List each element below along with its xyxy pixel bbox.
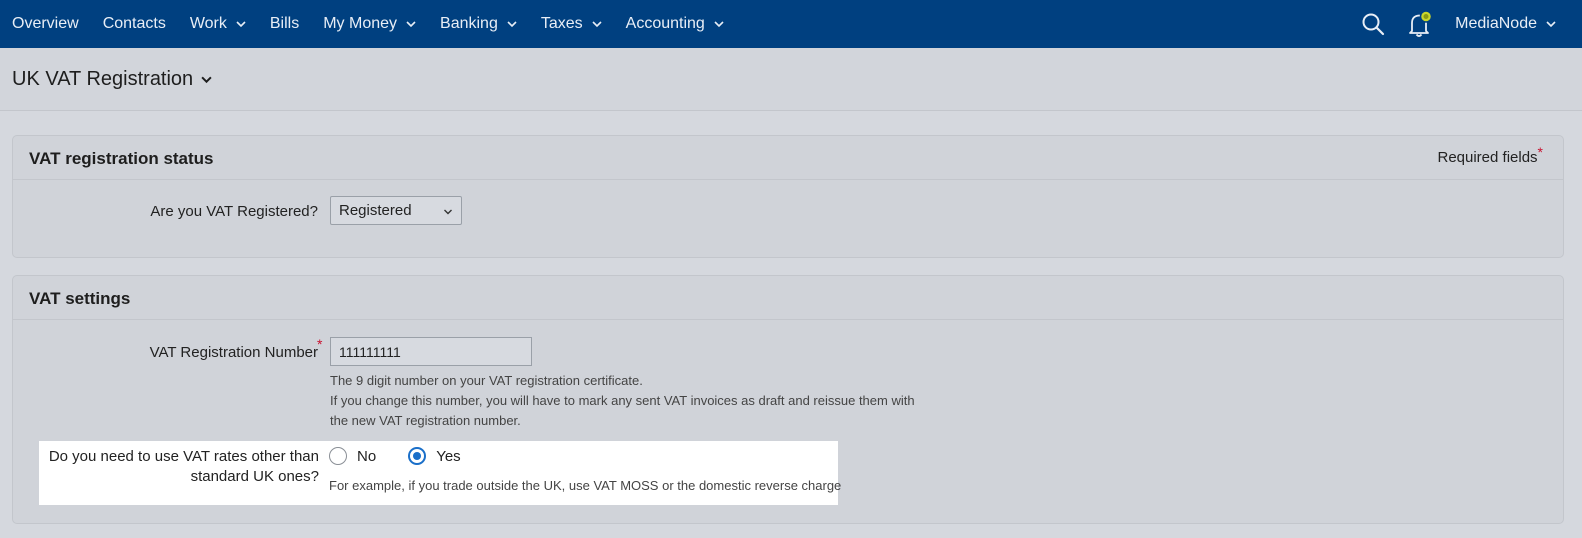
vat-number-label: VAT Registration Number [149,344,318,361]
nav-item-label: Contacts [102,15,166,32]
top-navigation: Overview Contacts Work Bills My Money Ba… [0,0,1582,48]
nav-item-my-money[interactable]: My Money [323,15,416,33]
vat-rates-help: For example, if you trade outside the UK… [329,478,842,493]
required-fields-label: Required fields [1437,149,1538,166]
radio-button-no[interactable] [329,447,347,465]
vat-rates-question: Do you need to use VAT rates other than … [19,447,319,487]
page-title: UK VAT Registration [12,68,194,90]
account-menu[interactable]: MediaNode [1455,15,1556,33]
search-icon[interactable] [1361,12,1385,36]
nav-item-label: Accounting [625,15,705,32]
panel-header: VAT registration status Required fields* [13,136,1563,180]
account-name: MediaNode [1455,15,1537,32]
radio-label-yes: Yes [436,447,461,465]
panel-header: VAT settings [13,276,1563,320]
required-star: * [1537,144,1543,160]
vat-rates-radio-group: No Yes [329,447,493,465]
question-line-1: Do you need to use VAT rates other than [48,448,319,465]
nav-item-contacts[interactable]: Contacts [103,15,166,33]
vat-number-help-1: The 9 digit number on your VAT registrat… [330,373,643,388]
page-title-dropdown[interactable]: UK VAT Registration [12,68,212,91]
chevron-down-icon [201,76,212,84]
vat-rates-question-row: Do you need to use VAT rates other than … [39,441,842,505]
nav-item-banking[interactable]: Banking [440,15,517,33]
chevron-down-icon [444,209,452,215]
vat-number-help-2: If you change this number, you will have… [330,393,915,408]
chevron-down-icon [236,21,246,28]
select-value: Registered [339,202,412,219]
panel-title: VAT registration status [29,149,214,168]
vat-number-help-3: the new VAT registration number. [330,413,521,428]
nav-item-label: Work [189,15,227,32]
chevron-down-icon [406,21,416,28]
nav-item-label: My Money [323,15,398,32]
nav-right-group: MediaNode [1361,0,1582,48]
vat-number-input[interactable] [330,337,532,366]
radio-button-yes[interactable] [408,447,427,465]
required-star: * [317,336,323,352]
vat-settings-panel: VAT settings VAT Registration Number * T… [12,275,1564,524]
nav-item-bills[interactable]: Bills [270,15,299,33]
radio-no[interactable]: No [329,447,376,465]
required-fields-note: Required fields* [1437,144,1543,166]
chevron-down-icon [592,21,602,28]
nav-item-label: Bills [269,15,300,32]
vat-registered-label: Are you VAT Registered? [150,203,318,220]
panel-title: VAT settings [29,289,131,308]
chevron-down-icon [714,21,724,28]
nav-item-label: Overview [12,15,79,32]
radio-label-no: No [357,447,377,465]
nav-item-accounting[interactable]: Accounting [626,15,724,33]
vat-registered-select[interactable]: Registered [330,196,462,225]
nav-item-taxes[interactable]: Taxes [541,15,602,33]
bell-icon[interactable] [1407,10,1433,38]
nav-item-overview[interactable]: Overview [12,15,79,33]
radio-yes[interactable]: Yes [408,447,461,465]
nav-item-label: Taxes [540,15,583,32]
question-line-2: standard UK ones? [190,468,319,485]
chevron-down-icon [507,21,517,28]
vat-status-panel: VAT registration status Required fields*… [12,135,1564,258]
nav-item-label: Banking [440,15,498,32]
page-header: UK VAT Registration [0,48,1582,111]
chevron-down-icon [1546,21,1556,28]
nav-item-work[interactable]: Work [190,15,246,33]
